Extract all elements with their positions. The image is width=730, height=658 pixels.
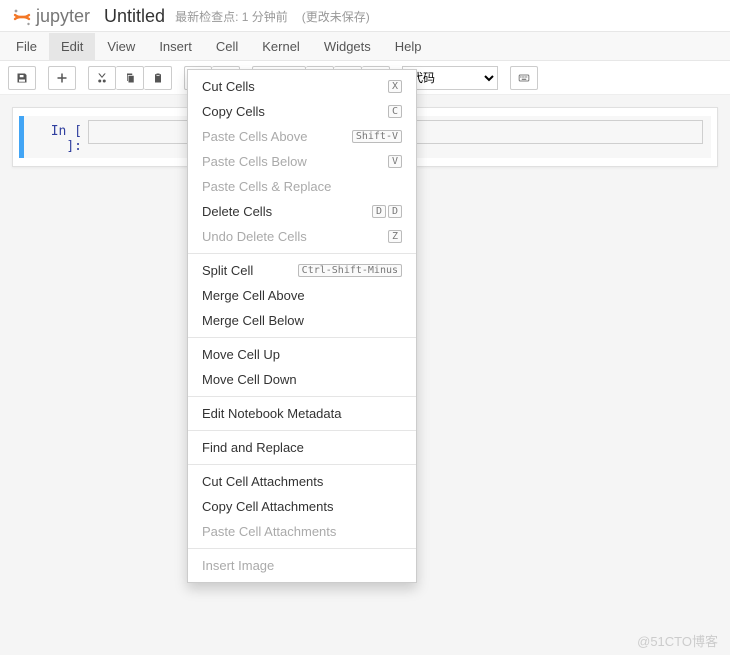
menu-kernel[interactable]: Kernel — [250, 33, 312, 60]
shortcut: C — [388, 105, 402, 118]
menu-item-copy-cells[interactable]: Copy Cells C — [188, 99, 416, 124]
menu-item-label: Merge Cell Above — [202, 288, 305, 303]
menu-item-undo-delete-cells: Undo Delete Cells Z — [188, 224, 416, 249]
menu-item-label: Move Cell Up — [202, 347, 280, 362]
edit-menu-dropdown: Cut Cells X Copy Cells C Paste Cells Above Sh… — [187, 69, 417, 583]
menu-item-insert-image: Insert Image — [188, 553, 416, 578]
menu-help[interactable]: Help — [383, 33, 434, 60]
copy-button[interactable] — [116, 66, 144, 90]
save-button[interactable] — [8, 66, 36, 90]
menu-item-label: Cut Cells — [202, 79, 255, 94]
shortcut: X — [388, 80, 402, 93]
logo-text: jupyter — [36, 6, 90, 27]
menu-item-label: Merge Cell Below — [202, 313, 304, 328]
menu-file[interactable]: File — [4, 33, 49, 60]
jupyter-logo: jupyter — [12, 6, 90, 27]
keyboard-icon — [518, 72, 530, 84]
menu-edit[interactable]: Edit — [49, 33, 95, 60]
menu-separator — [188, 337, 416, 338]
menu-item-label: Cut Cell Attachments — [202, 474, 323, 489]
menu-item-label: Paste Cell Attachments — [202, 524, 336, 539]
menu-separator — [188, 430, 416, 431]
notebook-title[interactable]: Untitled — [104, 6, 165, 27]
menu-item-label: Undo Delete Cells — [202, 229, 307, 244]
menu-item-label: Find and Replace — [202, 440, 304, 455]
menu-item-label: Delete Cells — [202, 204, 272, 219]
menu-item-merge-cell-above[interactable]: Merge Cell Above — [188, 283, 416, 308]
menu-item-cut-cell-attachments[interactable]: Cut Cell Attachments — [188, 469, 416, 494]
menu-cell[interactable]: Cell — [204, 33, 250, 60]
shortcut: V — [388, 155, 402, 168]
watermark: @51CTO博客 — [637, 631, 718, 650]
menu-item-label: Paste Cells & Replace — [202, 179, 331, 194]
menu-item-copy-cell-attachments[interactable]: Copy Cell Attachments — [188, 494, 416, 519]
menu-separator — [188, 396, 416, 397]
menu-insert[interactable]: Insert — [147, 33, 204, 60]
shortcut: Z — [388, 230, 402, 243]
menu-item-label: Copy Cell Attachments — [202, 499, 334, 514]
menu-separator — [188, 253, 416, 254]
clipboard-icon — [152, 72, 164, 84]
paste-button[interactable] — [144, 66, 172, 90]
menu-item-label: Edit Notebook Metadata — [202, 406, 341, 421]
command-palette-button[interactable] — [510, 66, 538, 90]
menu-item-paste-cells-replace: Paste Cells & Replace — [188, 174, 416, 199]
menu-item-paste-cells-above: Paste Cells Above Shift-V — [188, 124, 416, 149]
menubar: FileEditViewInsertCellKernelWidgetsHelp — [0, 31, 730, 61]
checkpoint-status: 最新检查点: 1 分钟前 — [175, 8, 288, 25]
menu-item-move-cell-down[interactable]: Move Cell Down — [188, 367, 416, 392]
shortcut: Shift-V — [352, 130, 402, 143]
menu-item-edit-notebook-metadata[interactable]: Edit Notebook Metadata — [188, 401, 416, 426]
menu-separator — [188, 464, 416, 465]
insert-cell-below-button[interactable] — [48, 66, 76, 90]
menu-item-label: Split Cell — [202, 263, 253, 278]
menu-item-paste-cell-attachments: Paste Cell Attachments — [188, 519, 416, 544]
save-icon — [16, 72, 28, 84]
menu-item-delete-cells[interactable]: Delete Cells DD — [188, 199, 416, 224]
menu-item-label: Move Cell Down — [202, 372, 297, 387]
menu-item-find-and-replace[interactable]: Find and Replace — [188, 435, 416, 460]
menu-item-label: Copy Cells — [202, 104, 265, 119]
menu-item-move-cell-up[interactable]: Move Cell Up — [188, 342, 416, 367]
menu-item-label: Paste Cells Below — [202, 154, 307, 169]
notebook-header: jupyter Untitled 最新检查点: 1 分钟前 (更改未保存) — [0, 0, 730, 31]
menu-item-label: Paste Cells Above — [202, 129, 308, 144]
scissors-icon — [96, 72, 108, 84]
shortcut: DD — [372, 205, 402, 218]
input-prompt: In [ ]: — [28, 120, 88, 154]
menu-item-cut-cells[interactable]: Cut Cells X — [188, 74, 416, 99]
autosave-status: (更改未保存) — [302, 8, 370, 25]
menu-separator — [188, 548, 416, 549]
menu-item-merge-cell-below[interactable]: Merge Cell Below — [188, 308, 416, 333]
menu-view[interactable]: View — [95, 33, 147, 60]
menu-item-paste-cells-below: Paste Cells Below V — [188, 149, 416, 174]
copy-icon — [124, 72, 136, 84]
shortcut: Ctrl-Shift-Minus — [298, 264, 402, 277]
menu-item-label: Insert Image — [202, 558, 274, 573]
plus-icon — [56, 72, 68, 84]
menu-item-split-cell[interactable]: Split Cell Ctrl-Shift-Minus — [188, 258, 416, 283]
menu-widgets[interactable]: Widgets — [312, 33, 383, 60]
cut-button[interactable] — [88, 66, 116, 90]
jupyter-icon — [12, 7, 32, 27]
